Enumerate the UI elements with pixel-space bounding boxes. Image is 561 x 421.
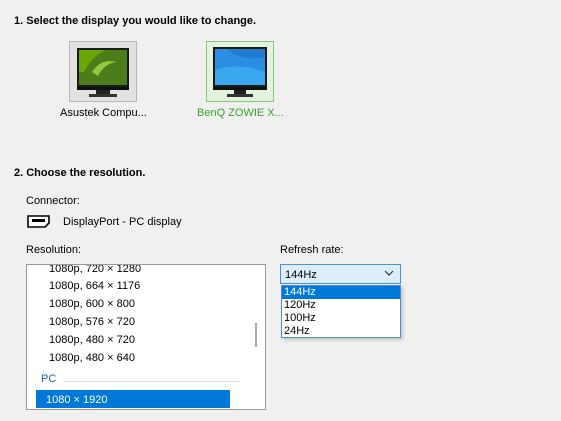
list-item[interactable]: 1080p, 600 × 800 xyxy=(49,298,135,310)
list-item[interactable]: 1080p, 664 × 1176 xyxy=(49,280,140,292)
refresh-option-100hz[interactable]: 100Hz xyxy=(282,312,400,325)
scrollbar-thumb[interactable] xyxy=(255,323,257,347)
display-asustek[interactable] xyxy=(69,41,137,102)
display-benq[interactable] xyxy=(206,41,274,102)
refresh-rate-select[interactable]: 144Hz xyxy=(280,264,401,284)
refresh-option-144hz[interactable]: 144Hz xyxy=(282,286,400,299)
group-header-pc: PC xyxy=(41,373,57,385)
chevron-down-icon xyxy=(384,270,394,276)
display-label-benq: BenQ ZOWIE X... xyxy=(197,107,284,119)
resolution-label: Resolution: xyxy=(26,244,82,256)
connector-value: DisplayPort - PC display xyxy=(63,216,182,228)
list-item[interactable]: 1080p, 576 × 720 xyxy=(49,316,135,328)
resolution-list[interactable]: 1080p, 720 × 1280 1080p, 664 × 1176 1080… xyxy=(26,264,266,410)
refresh-rate-label: Refresh rate: xyxy=(280,244,344,256)
selected-resolution-row[interactable]: 1080 × 1920 xyxy=(36,390,230,408)
list-item[interactable]: 1080p, 480 × 720 xyxy=(49,334,135,346)
refresh-rate-value: 144Hz xyxy=(285,269,317,281)
connector-label: Connector: xyxy=(26,195,80,207)
group-divider xyxy=(63,381,239,382)
refresh-rate-dropdown: 144Hz 120Hz 100Hz 24Hz xyxy=(281,285,401,338)
step2-title: 2. Choose the resolution. xyxy=(14,167,146,179)
list-item[interactable]: 1080p, 480 × 640 xyxy=(49,352,135,364)
refresh-option-120hz[interactable]: 120Hz xyxy=(282,299,400,312)
nvidia-monitor-icon xyxy=(77,48,129,97)
step1-title: 1. Select the display you would like to … xyxy=(14,15,257,27)
windows-monitor-icon xyxy=(213,47,267,97)
list-item[interactable]: 1080p, 720 × 1280 xyxy=(49,265,141,275)
displayport-icon xyxy=(27,215,50,228)
refresh-option-24hz[interactable]: 24Hz xyxy=(282,325,400,338)
display-label-asustek: Asustek Compu... xyxy=(60,107,147,119)
selected-resolution-text: 1080 × 1920 xyxy=(46,394,108,406)
